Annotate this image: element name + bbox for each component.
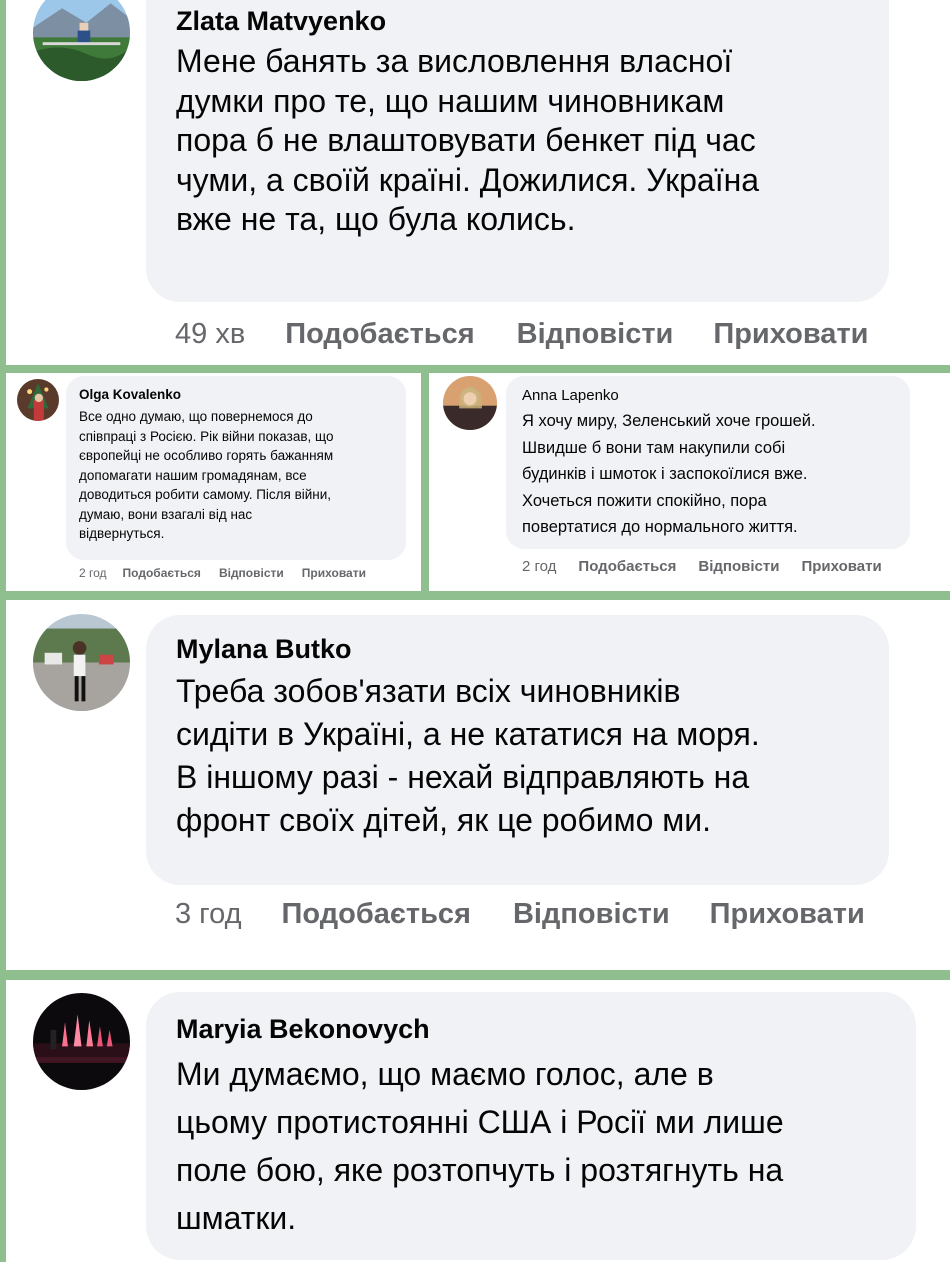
comment-actions: 2 год Подобається Відповісти Приховати (522, 558, 882, 575)
comment-line: пора б не влаштовувати бенкет під час (176, 122, 756, 158)
comment-line: європейці не особливо горять бажанням (79, 448, 334, 463)
comment-panel: Olga Kovalenko Все одно думаю, що поверн… (6, 373, 421, 591)
comment-line: Мене банять за висловлення власної (176, 43, 733, 79)
comment-panel: Mylana Butko Треба зобов'язати всіх чино… (6, 600, 950, 970)
comment-bubble: Mylana Butko Треба зобов'язати всіх чино… (146, 615, 889, 885)
hide-button[interactable]: Приховати (710, 898, 865, 931)
author-name[interactable]: Zlata Matvyenko (176, 6, 889, 36)
comment-line: шматки. (176, 1200, 297, 1236)
comment-text: Ми думаємо, що маємо голос, але в цьому … (176, 1050, 916, 1242)
reply-button[interactable]: Відповісти (517, 318, 674, 351)
hide-button[interactable]: Приховати (713, 318, 868, 351)
comment-text: Мене банять за висловлення власної думки… (176, 42, 889, 240)
comment-bubble: Anna Lapenko Я хочу миру, Зеленський хоч… (506, 376, 910, 549)
comment-line: співпраці з Росією. Рік війни показав, щ… (79, 428, 334, 444)
comment-line: будинків і шмоток і заспокоїлися вже. (522, 465, 808, 483)
avatar[interactable] (17, 379, 59, 421)
comment-line: Все одно думаю, що повернемося до (79, 409, 313, 424)
comment-line: Швидше б вони там накупили собі (522, 438, 786, 457)
author-name[interactable]: Anna Lapenko (522, 388, 910, 404)
author-name[interactable]: Olga Kovalenko (79, 387, 406, 403)
like-button[interactable]: Подобається (578, 558, 676, 575)
author-name[interactable]: Mylana Butko (176, 634, 889, 664)
comment-text: Треба зобов'язати всіх чиновників сидіти… (176, 670, 889, 842)
author-name[interactable]: Maryia Bekonovych (176, 1014, 916, 1044)
comment-line: сидіти в Україні, а не кататися на моря. (176, 716, 760, 752)
comment-panel: Anna Lapenko Я хочу миру, Зеленський хоч… (429, 373, 950, 591)
comment-line: відвернуться. (79, 526, 165, 541)
like-button[interactable]: Подобається (123, 566, 201, 580)
timestamp[interactable]: 3 год (175, 898, 242, 931)
reply-button[interactable]: Відповісти (698, 558, 779, 575)
comment-text: Все одно думаю, що повернемося до співпр… (79, 407, 406, 544)
comment-panel: Zlata Matvyenko Мене банять за висловлен… (6, 0, 950, 365)
comment-line: В іншому разі - нехай відправляють на (176, 759, 750, 795)
comment-panel: Maryia Bekonovych Ми думаємо, що маємо г… (6, 980, 950, 1262)
comment-line: допомагати нашим громадянам, все (79, 467, 307, 483)
comment-line: цьому протистоянні США і Росії ми лише (176, 1104, 784, 1140)
timestamp[interactable]: 49 хв (175, 318, 245, 351)
comment-actions: 49 хв Подобається Відповісти Приховати (175, 318, 868, 351)
comment-text: Я хочу миру, Зеленський хоче грошей. Шви… (522, 408, 910, 541)
reply-button[interactable]: Відповісти (513, 898, 670, 931)
comment-actions: 3 год Подобається Відповісти Приховати (175, 898, 865, 931)
comment-line: фронт своїх дітей, як це робимо ми. (176, 802, 712, 838)
timestamp[interactable]: 2 год (522, 558, 556, 575)
like-button[interactable]: Подобається (285, 318, 474, 351)
comment-bubble: Maryia Bekonovych Ми думаємо, що маємо г… (146, 992, 916, 1260)
comment-line: вже не та, що була колись. (176, 201, 576, 237)
comment-bubble: Olga Kovalenko Все одно думаю, що поверн… (66, 376, 406, 560)
hide-button[interactable]: Приховати (801, 558, 881, 575)
avatar[interactable] (33, 614, 130, 711)
avatar[interactable] (443, 376, 497, 430)
reply-button[interactable]: Відповісти (219, 566, 284, 580)
timestamp[interactable]: 2 год (79, 566, 107, 580)
comment-line: Я хочу миру, Зеленський хоче грошей. (522, 412, 816, 430)
comment-actions: 2 год Подобається Відповісти Приховати (79, 566, 366, 580)
hide-button[interactable]: Приховати (302, 566, 366, 580)
comment-line: думаю, вони взагалі від нас (79, 506, 253, 522)
comment-line: Треба зобов'язати всіх чиновників (176, 673, 681, 709)
like-button[interactable]: Подобається (282, 898, 471, 931)
comment-line: доводиться робити самому. Після війни, (79, 487, 332, 502)
comment-line: чуми, а своїй країні. Дожилися. Україна (176, 161, 760, 198)
avatar[interactable] (33, 993, 130, 1090)
comment-bubble: Zlata Matvyenko Мене банять за висловлен… (146, 0, 889, 302)
comment-line: повертатися до нормального життя. (522, 518, 798, 536)
comment-line: поле бою, яке розтопчуть і розтягнуть на (176, 1152, 784, 1188)
comment-line: Хочеться пожити спокійно, пора (522, 491, 767, 510)
comment-line: Ми думаємо, що маємо голос, але в (176, 1056, 714, 1092)
avatar[interactable] (33, 0, 130, 81)
comment-line: думки про те, що нашим чиновникам (176, 82, 725, 119)
